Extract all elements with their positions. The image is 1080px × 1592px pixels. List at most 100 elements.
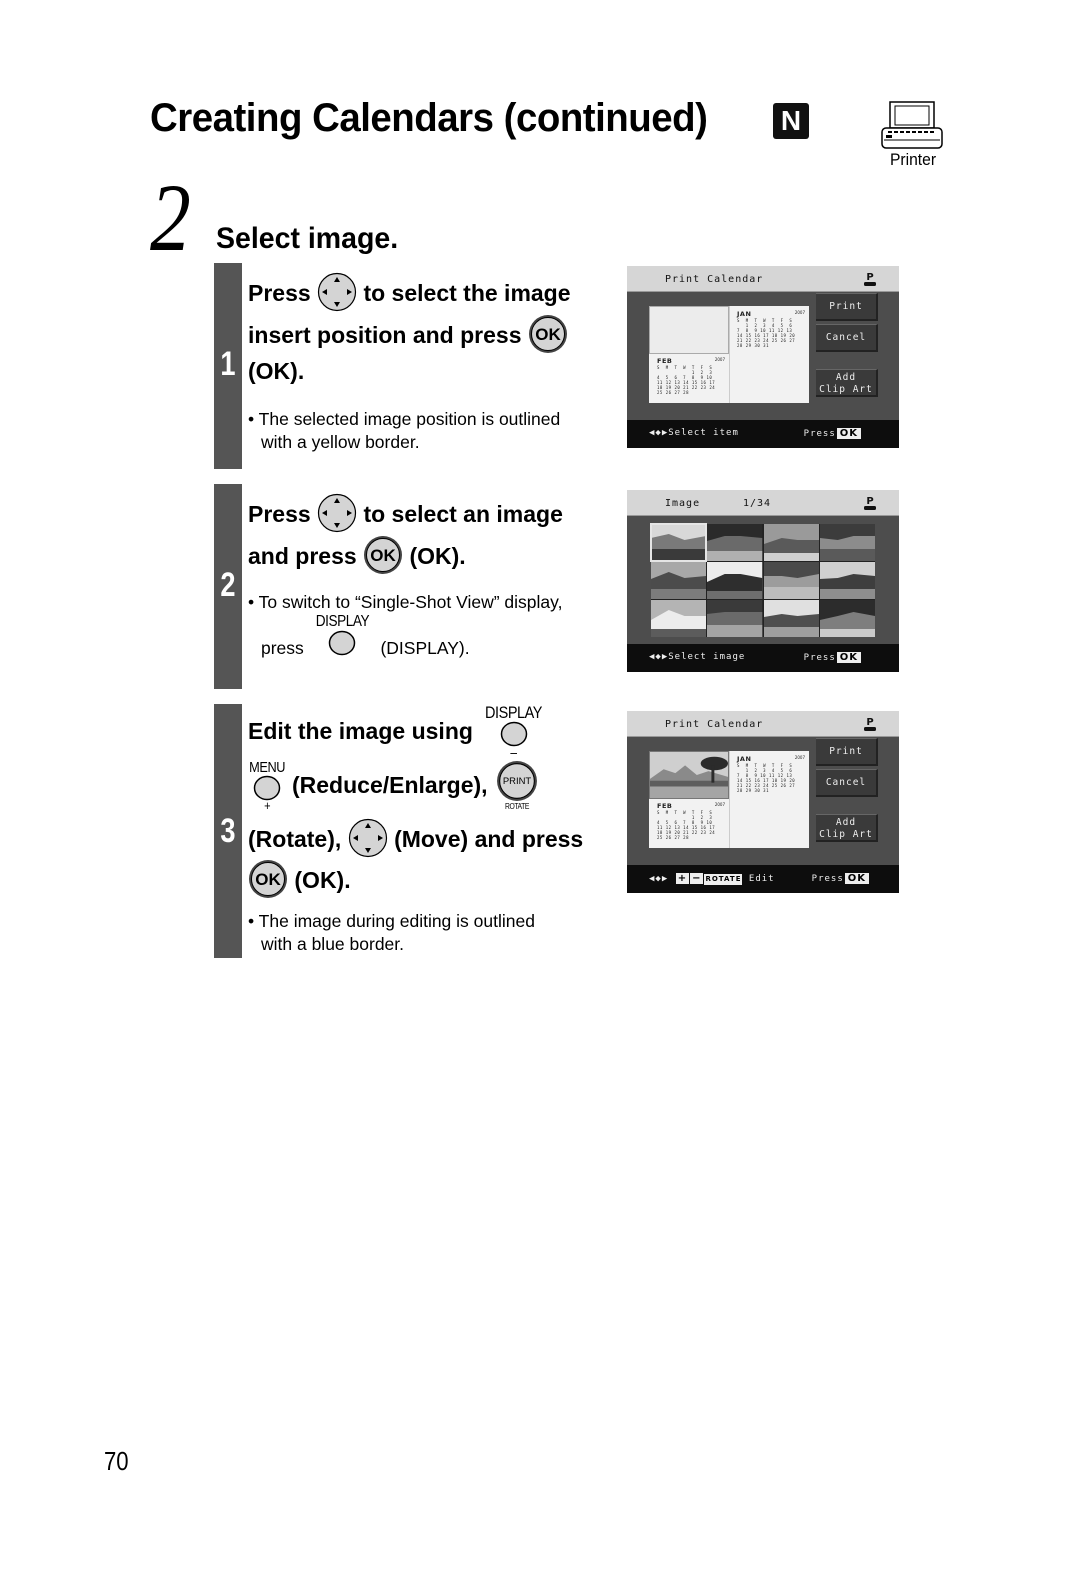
lcd-footer-press: Press OK xyxy=(812,873,869,884)
thumbnail-selected[interactable] xyxy=(649,523,708,562)
lcd-image-count: 1/34 xyxy=(743,498,772,509)
instruction-text: (OK). xyxy=(409,543,466,570)
display-label: DISPLAY xyxy=(315,613,369,630)
thumbnail[interactable] xyxy=(707,600,763,637)
printer-p-icon: P xyxy=(864,496,876,510)
ok-button-icon xyxy=(248,859,288,899)
calendar-divider xyxy=(729,306,730,403)
lcd-cancel-button[interactable]: Cancel xyxy=(816,769,878,797)
lcd-title: Print Calendar xyxy=(665,719,764,730)
instruction-line: Press to select the image xyxy=(248,275,571,315)
calendar-month-jan: JAN 2007 S M T W T F S 1 2 3 4 5 6 7 8 9… xyxy=(737,310,805,348)
lcd-footer-hint: ◀◆▶Select item xyxy=(649,428,739,438)
lcd-header: Print Calendar P xyxy=(627,266,899,292)
note-line: with a yellow border. xyxy=(261,432,420,452)
note-text: • The image during editing is outlined w… xyxy=(248,910,535,956)
page-number: 70 xyxy=(104,1446,129,1476)
instruction-text: insert position and press xyxy=(248,322,522,349)
ok-badge-icon: OK xyxy=(844,873,869,884)
note-text: • The selected image position is outline… xyxy=(248,408,560,454)
instruction-line: insert position and press xyxy=(248,317,568,357)
lcd-button-label: Clip Art xyxy=(819,829,873,840)
plus-icon: + xyxy=(675,873,690,884)
instruction-line: (Rotate), (Move) and press xyxy=(248,821,583,861)
note-text-segment: (DISPLAY). xyxy=(380,637,470,658)
lcd-cancel-button[interactable]: Cancel xyxy=(816,324,878,352)
lcd-footer-hint: ◀◆▶ + − ROTATE Edit xyxy=(649,873,775,885)
image-slot-selected[interactable] xyxy=(649,306,729,354)
note-line: • The selected image position is outline… xyxy=(248,409,561,429)
printer-icon xyxy=(881,101,943,149)
thumbnail[interactable] xyxy=(819,524,875,561)
thumbnail[interactable] xyxy=(763,524,819,561)
thumbnail[interactable] xyxy=(763,562,819,599)
dpad-button-icon xyxy=(317,493,357,533)
lcd-print-button[interactable]: Print xyxy=(816,738,878,766)
lcd-screen-edit: Print Calendar P JAN 2007 S M T W T F S … xyxy=(627,711,899,893)
printer-label: Printer xyxy=(889,150,937,169)
substep-number: 2 xyxy=(220,566,236,604)
month-grid: S M T W T F S 1 2 3 4 5 6 7 8 9 10 11 12… xyxy=(657,810,716,840)
instruction-text: (OK). xyxy=(248,358,305,384)
thumbnail[interactable] xyxy=(707,562,763,599)
substep-1: 1 Press to select the image insert posit… xyxy=(214,263,614,469)
thumbnail[interactable] xyxy=(651,600,707,637)
thumbnail[interactable] xyxy=(819,562,875,599)
instruction-text: (Move) and press xyxy=(394,826,584,853)
thumbnail[interactable] xyxy=(763,600,819,637)
display-minus-button: DISPLAY – xyxy=(480,704,547,759)
display-label: DISPLAY xyxy=(485,703,543,722)
menu-label: MENU xyxy=(249,759,286,776)
calendar-preview: JAN 2007 S M T W T F S 1 2 3 4 5 6 7 8 9… xyxy=(649,306,809,403)
instruction-text: Press xyxy=(248,280,311,307)
lcd-button-label: Add xyxy=(835,372,857,383)
lcd-footer: ◀◆▶Select item Press OK xyxy=(627,420,899,448)
lcd-title: Image xyxy=(665,498,701,509)
lcd-add-clipart-button[interactable]: Add Clip Art xyxy=(816,369,878,397)
month-year: 2007 xyxy=(794,755,805,760)
ok-badge-icon: OK xyxy=(836,428,861,439)
instruction-text: Edit the image using xyxy=(248,718,473,744)
print-rotate-button: ROTATE xyxy=(496,760,538,811)
month-grid: S M T W T F S 1 2 3 4 5 6 7 8 9 10 11 12… xyxy=(737,763,796,793)
substep-2: 2 Press to select an image and press (OK… xyxy=(214,484,614,689)
step-title: Select image. xyxy=(216,222,399,255)
mode-badge-n: N xyxy=(773,103,809,139)
instruction-text: (OK). xyxy=(294,867,351,894)
thumbnail[interactable] xyxy=(819,600,875,637)
instruction-line: (OK). xyxy=(248,360,304,383)
calendar-month-feb: FEB 2007 S M T W T F S 1 2 3 4 5 6 7 8 9… xyxy=(657,802,725,840)
menu-plus-button: MENU + xyxy=(246,760,288,812)
print-button-icon xyxy=(496,760,538,802)
press-label: Press xyxy=(803,653,836,663)
lcd-button-label: Add xyxy=(835,817,857,828)
lcd-print-button[interactable]: Print xyxy=(816,293,878,321)
lcd-title: Print Calendar xyxy=(665,274,764,285)
image-slot-editing[interactable] xyxy=(649,751,729,799)
lcd-header: Print Calendar P xyxy=(627,711,899,737)
lcd-footer-hint: ◀◆▶Select image xyxy=(649,652,746,662)
edit-label: Edit xyxy=(748,874,775,884)
lcd-add-clipart-button[interactable]: Add Clip Art xyxy=(816,814,878,842)
month-year: 2007 xyxy=(794,310,805,315)
minus-label: – xyxy=(510,744,517,760)
calendar-month-jan: JAN 2007 S M T W T F S 1 2 3 4 5 6 7 8 9… xyxy=(737,755,805,793)
printer-p-icon: P xyxy=(864,272,876,286)
svg-text:P: P xyxy=(866,496,873,507)
instruction-text: to select the image xyxy=(363,280,571,307)
instruction-line: (Reduce/Enlarge), xyxy=(292,774,488,797)
note-line: • The image during editing is outlined xyxy=(248,911,535,931)
thumbnail[interactable] xyxy=(707,524,763,561)
note-line: • To switch to “Single-Shot View” displa… xyxy=(248,592,563,612)
substep-number: 1 xyxy=(220,345,236,383)
calendar-month-feb: FEB 2007 S M T W T F S 1 2 3 4 5 6 7 8 9… xyxy=(657,357,725,395)
instruction-line: Edit the image using xyxy=(248,720,473,743)
rotate-label: ROTATE xyxy=(504,802,530,811)
note-line: with a blue border. xyxy=(261,934,405,954)
svg-text:P: P xyxy=(866,717,873,728)
ok-badge-icon: OK xyxy=(836,652,861,663)
arrow-keys-icon: ◀◆▶ xyxy=(649,874,669,884)
thumbnail[interactable] xyxy=(651,562,707,599)
month-grid: S M T W T F S 1 2 3 4 5 6 7 8 9 10 11 12… xyxy=(737,318,796,348)
plus-label: + xyxy=(264,798,271,813)
